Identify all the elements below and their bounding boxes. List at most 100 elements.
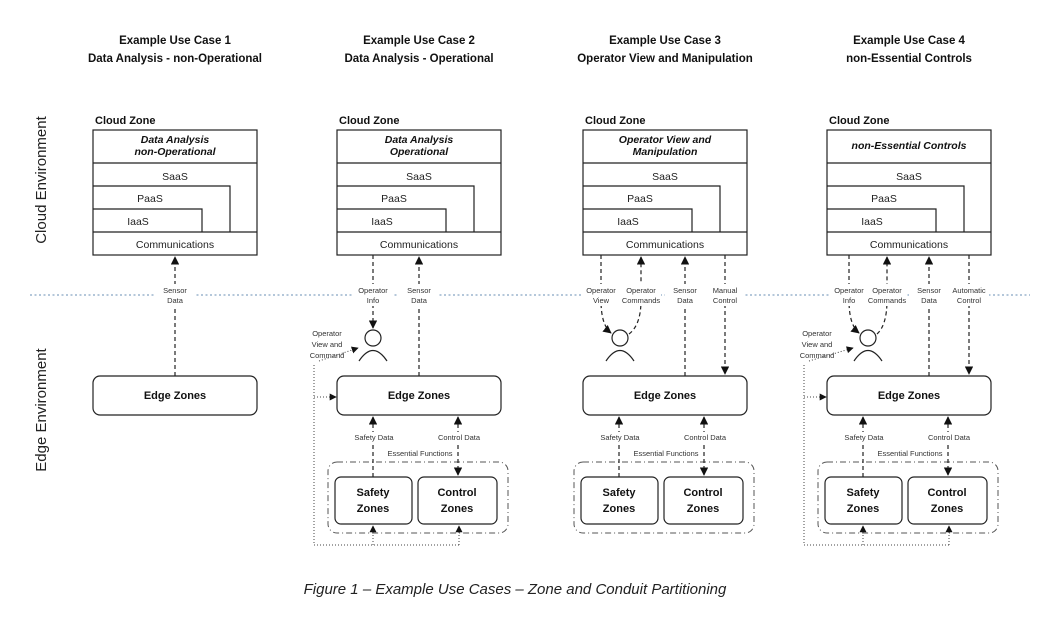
operator-side-label: Command — [800, 351, 835, 360]
conduit-label: Commands — [868, 296, 907, 305]
edge-zone-label: Edge Zones — [878, 390, 940, 402]
conduit-label: Operator — [872, 286, 902, 295]
cloud-zone-title: non-Operational — [134, 146, 216, 158]
conduit-label: Operator — [834, 286, 864, 295]
cloud-environment-label: Cloud Environment — [33, 115, 50, 243]
conduit: SensorData — [665, 256, 705, 376]
safety-zone-label: Safety — [846, 487, 880, 499]
essential-functions-label: Essential Functions — [387, 449, 452, 458]
edge-zone: Edge Zones — [826, 375, 992, 416]
control-zone-label: Zones — [441, 503, 473, 515]
safety-zone-label: Zones — [847, 503, 879, 515]
edge-environment-label: Edge Environment — [33, 347, 50, 471]
conduit-label: Sensor — [163, 286, 187, 295]
conduit: OperatorCommands — [867, 256, 907, 335]
iaas-layer: IaaS — [371, 216, 393, 228]
control-data-label: Control Data — [684, 433, 727, 442]
conduit-label: Control — [713, 296, 738, 305]
conduit: SensorData — [909, 256, 949, 376]
operator-head — [611, 329, 629, 347]
use-case-name: Data Analysis - Operational — [344, 53, 493, 65]
conduits: OperatorInfoSensorData — [353, 255, 439, 376]
operator-side-label: Operator — [312, 329, 342, 338]
conduits: OperatorViewOperatorCommandsSensorDataMa… — [581, 255, 745, 376]
conduit-label: View — [593, 296, 610, 305]
communications-layer: Communications — [626, 239, 704, 251]
operator-body — [853, 349, 883, 362]
safety-zone-label: Safety — [356, 487, 390, 499]
use-case-heading: Example Use Case 4 non-Essential Controls — [846, 35, 972, 65]
control-zone-label: Control — [927, 487, 966, 499]
cloud-zone-label: Cloud Zone — [829, 115, 890, 127]
cloud-zone-title: Operational — [390, 146, 449, 158]
iaas-layer: IaaS — [127, 216, 149, 228]
use-cases: Example Use Case 1 Data Analysis - non-Op… — [88, 35, 999, 546]
conduit-label: Operator — [586, 286, 616, 295]
conduit: SensorData — [399, 256, 439, 376]
control-zone-label: Zones — [687, 503, 719, 515]
figure-caption: Figure 1 – Example Use Cases – Zone and … — [304, 581, 727, 598]
use-case-2: Example Use Case 2 Data Analysis - Operat… — [310, 35, 509, 546]
cloud-zone-label: Cloud Zone — [339, 115, 400, 127]
conduit: OperatorInfo — [353, 255, 393, 329]
safety-zone-label: Zones — [357, 503, 389, 515]
communications-layer: Communications — [136, 239, 214, 251]
essential-functions-label: Essential Functions — [633, 449, 698, 458]
control-data-label: Control Data — [928, 433, 971, 442]
conduit-label: Sensor — [917, 286, 941, 295]
control-zone-label: Control — [683, 487, 722, 499]
use-case-number: Example Use Case 1 — [119, 35, 231, 47]
conduit: OperatorView — [581, 255, 621, 334]
conduit-label: Data — [167, 296, 184, 305]
use-case-number: Example Use Case 2 — [363, 35, 475, 47]
saas-layer: SaaS — [406, 171, 432, 183]
conduits: OperatorInfoOperatorCommandsSensorDataAu… — [829, 255, 989, 376]
conduit-label: Data — [921, 296, 938, 305]
conduit-label: Operator — [358, 286, 388, 295]
iaas-layer: IaaS — [861, 216, 883, 228]
cloud-zone-title: non-Essential Controls — [852, 140, 967, 152]
operator-side-label: View and — [802, 340, 833, 349]
cloud-zone-title: Data Analysis — [141, 134, 210, 146]
use-case-heading: Example Use Case 2 Data Analysis - Operat… — [344, 35, 493, 65]
saas-layer: SaaS — [896, 171, 922, 183]
operator-body — [358, 349, 388, 362]
communications-layer: Communications — [870, 239, 948, 251]
conduit-label: Data — [411, 296, 428, 305]
paas-layer: PaaS — [627, 193, 653, 205]
conduit-label: Sensor — [673, 286, 697, 295]
use-case-name: Operator View and Manipulation — [577, 53, 753, 65]
operator-body — [605, 349, 635, 362]
safety-zone-box — [334, 476, 413, 525]
conduit-label: Commands — [622, 296, 661, 305]
use-case-number: Example Use Case 3 — [609, 35, 721, 47]
safety-zone-box — [824, 476, 903, 525]
operator-side-label: Command — [310, 351, 345, 360]
cloud-zone-label: Cloud Zone — [95, 115, 156, 127]
use-case-name: Data Analysis - non-Operational — [88, 53, 262, 65]
conduit-label: Control — [957, 296, 982, 305]
paas-layer: PaaS — [137, 193, 163, 205]
cloud-zone-title: Manipulation — [633, 146, 698, 158]
essential-functions-label: Essential Functions — [877, 449, 942, 458]
safety-data-label: Safety Data — [600, 433, 640, 442]
operator-head — [859, 329, 877, 347]
use-case-3: Example Use Case 3 Operator View and Mani… — [573, 35, 755, 534]
safety-data-label: Safety Data — [354, 433, 394, 442]
control-zone-label: Control — [437, 487, 476, 499]
safety-data-label: Safety Data — [844, 433, 884, 442]
use-case-1: Example Use Case 1 Data Analysis - non-Op… — [88, 35, 262, 416]
control-zone-box — [907, 476, 988, 525]
essential-functions: Essential Functions Safety Zones Control Zon… — [327, 416, 509, 545]
use-case-4: Example Use Case 4 non-Essential Controls… — [800, 35, 999, 546]
cloud-zone-label: Cloud Zone — [585, 115, 646, 127]
use-case-heading: Example Use Case 1 Data Analysis - non-Op… — [88, 35, 262, 65]
paas-layer: PaaS — [871, 193, 897, 205]
conduit-label: Data — [677, 296, 694, 305]
safety-zone-box — [580, 476, 659, 525]
control-data-label: Control Data — [438, 433, 481, 442]
cloud-zone: Cloud Zone Data Analysisnon-Operational Sa… — [92, 115, 258, 256]
conduit: ManualControl — [705, 255, 745, 375]
operator-side-label: Operator — [802, 329, 832, 338]
paas-layer: PaaS — [381, 193, 407, 205]
